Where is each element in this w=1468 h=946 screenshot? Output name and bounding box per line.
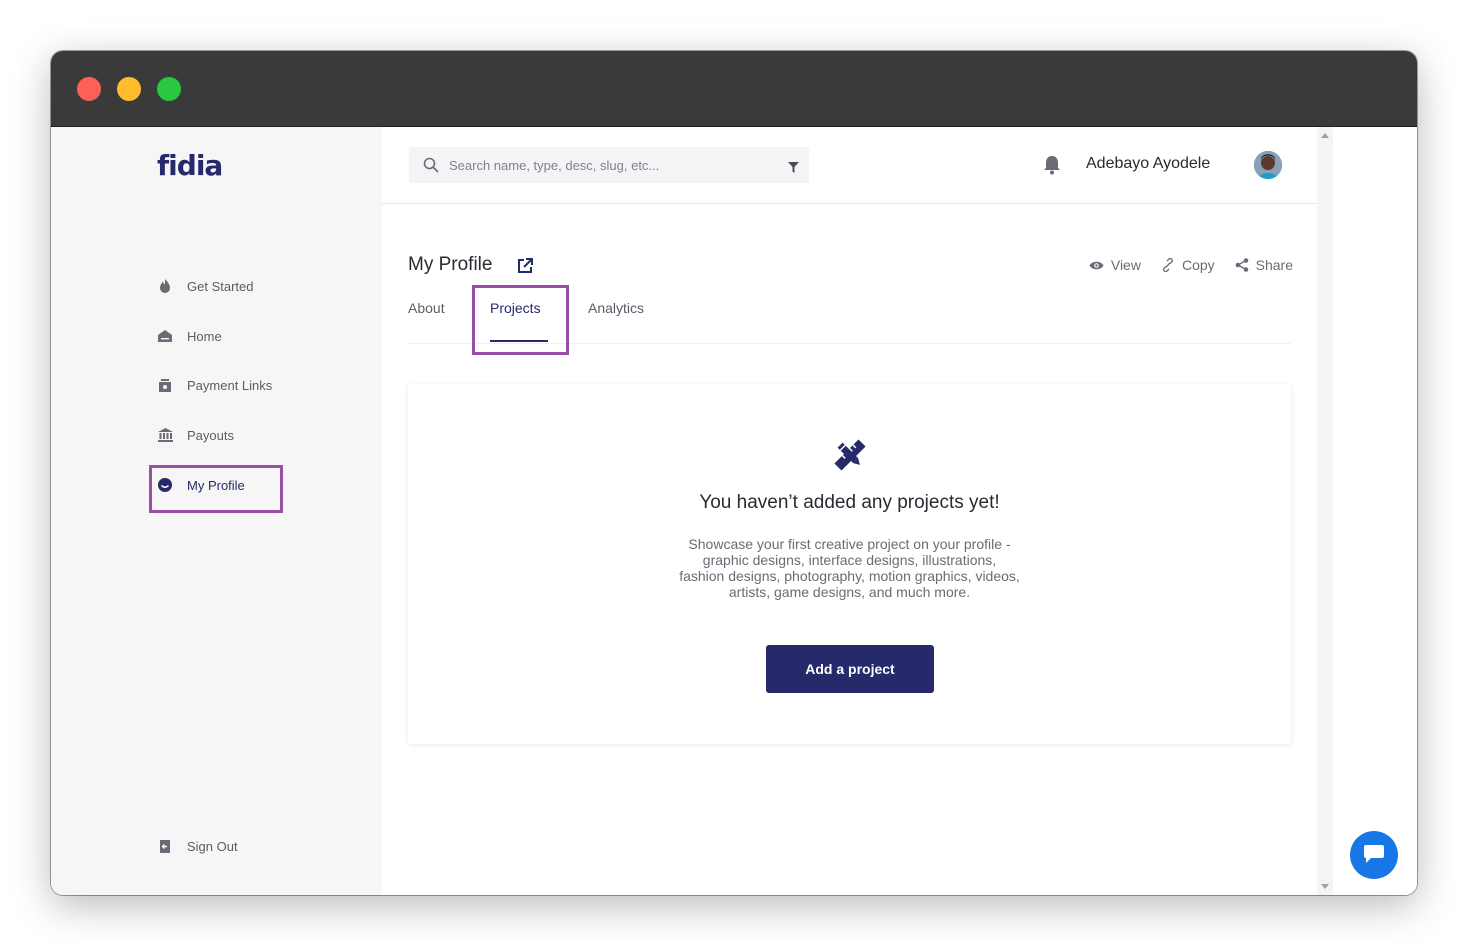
link-icon <box>157 377 173 393</box>
scroll-down-arrow[interactable] <box>1321 884 1329 889</box>
sidebar-item-label: Payouts <box>187 427 234 443</box>
external-link-icon[interactable] <box>516 257 534 280</box>
copy-button[interactable]: Copy <box>1161 257 1215 273</box>
design-tools-icon <box>834 439 866 476</box>
view-label: View <box>1110 257 1141 273</box>
highlight-box-projects-tab <box>472 285 569 355</box>
sidebar: fidia Get Started Home Payment Links Pay… <box>133 127 382 895</box>
close-window-button[interactable] <box>77 77 101 101</box>
search-bar[interactable] <box>409 147 809 183</box>
app-content: fidia Get Started Home Payment Links Pay… <box>51 127 1417 895</box>
chat-icon <box>1364 845 1384 863</box>
tab-about[interactable]: About <box>408 300 445 316</box>
main-content: Adebayo Ayodele My Profile View Copy <box>382 127 1317 895</box>
scrollbar[interactable] <box>1317 127 1333 895</box>
search-icon <box>423 157 439 173</box>
sign-out-icon <box>157 838 173 854</box>
highlight-box-my-profile <box>149 465 283 513</box>
profile-actions: View Copy Share <box>1069 257 1293 273</box>
share-button[interactable]: Share <box>1235 257 1293 273</box>
bank-icon <box>157 427 173 443</box>
home-icon <box>157 328 173 344</box>
eye-icon <box>1089 261 1104 269</box>
empty-state-description: Showcase your first creative project on … <box>679 536 1020 600</box>
page-title: My Profile <box>408 254 493 275</box>
search-input[interactable] <box>449 157 769 173</box>
tab-analytics[interactable]: Analytics <box>588 300 644 316</box>
sidebar-item-payment-links[interactable]: Payment Links <box>157 373 272 397</box>
sidebar-item-home[interactable]: Home <box>157 324 222 348</box>
filter-icon[interactable] <box>788 160 799 178</box>
link-icon <box>1162 258 1173 272</box>
notification-bell-icon[interactable] <box>1043 155 1061 180</box>
scroll-up-arrow[interactable] <box>1321 133 1329 138</box>
share-label: Share <box>1255 257 1293 273</box>
app-window: fidia Get Started Home Payment Links Pay… <box>51 51 1417 895</box>
right-gutter <box>1333 127 1417 895</box>
avatar[interactable] <box>1254 151 1282 179</box>
sidebar-item-label: Payment Links <box>187 377 273 393</box>
sidebar-item-label: Get Started <box>187 278 254 294</box>
rocket-icon <box>157 278 173 294</box>
user-name[interactable]: Adebayo Ayodele <box>1086 155 1210 173</box>
top-bar: Adebayo Ayodele <box>382 127 1317 204</box>
sign-out-button[interactable]: Sign Out <box>157 834 238 858</box>
left-gutter <box>51 127 133 895</box>
share-icon <box>1235 258 1248 272</box>
fidia-logo[interactable]: fidia <box>157 149 223 182</box>
view-button[interactable]: View <box>1089 257 1141 273</box>
add-project-button[interactable]: Add a project <box>766 645 934 693</box>
sidebar-item-payouts[interactable]: Payouts <box>157 423 234 447</box>
projects-empty-state: You haven’t added any projects yet! Show… <box>408 384 1291 744</box>
minimize-window-button[interactable] <box>117 77 141 101</box>
empty-state-title: You haven’t added any projects yet! <box>699 492 1000 513</box>
sidebar-item-label: Home <box>187 328 222 344</box>
sidebar-item-get-started[interactable]: Get Started <box>157 274 253 298</box>
maximize-window-button[interactable] <box>157 77 181 101</box>
chat-button[interactable] <box>1350 831 1398 879</box>
copy-label: Copy <box>1181 257 1215 273</box>
window-titlebar <box>51 51 1417 127</box>
sign-out-label: Sign Out <box>187 838 238 854</box>
